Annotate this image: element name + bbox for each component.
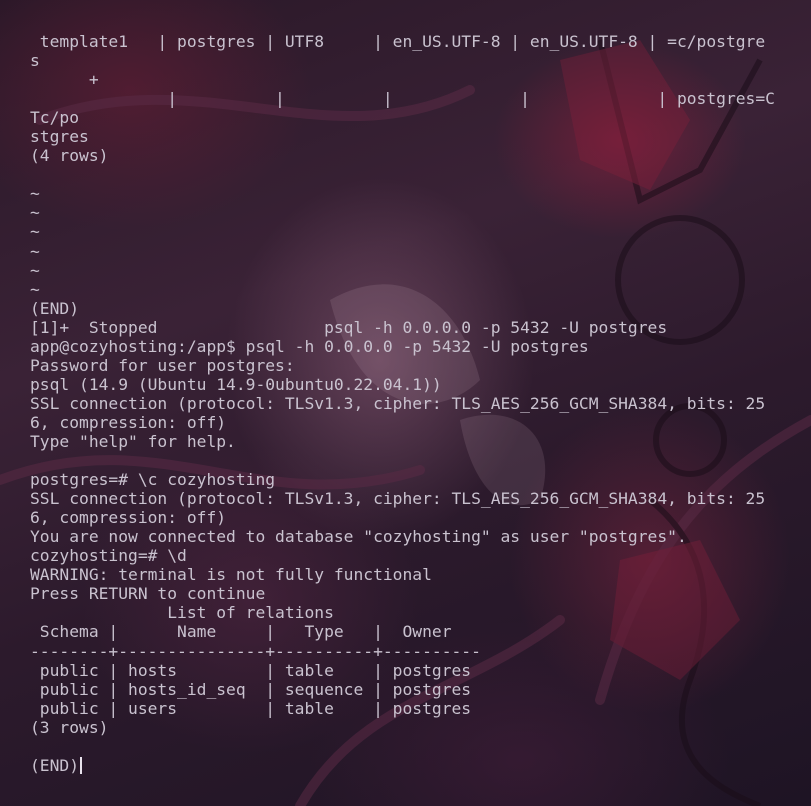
terminal-output: template1 | postgres | UTF8 | en_US.UTF-… bbox=[30, 32, 775, 775]
terminal-line: | | | | | postgres=C bbox=[30, 89, 775, 108]
terminal-line-text: public | hosts | table | postgres bbox=[30, 660, 472, 680]
terminal-line: (END) bbox=[30, 299, 775, 318]
terminal-line: app@cozyhosting:/app$ psql -h 0.0.0.0 -p… bbox=[30, 337, 775, 356]
terminal-line: psql (14.9 (Ubuntu 14.9-0ubuntu0.22.04.1… bbox=[30, 375, 775, 394]
terminal-line-text: stgres bbox=[30, 127, 89, 147]
terminal-line: (END) bbox=[30, 756, 775, 775]
terminal-line: 6, compression: off) bbox=[30, 413, 775, 432]
terminal-line-text: s bbox=[30, 51, 40, 71]
terminal-line-text: ~ bbox=[30, 222, 40, 242]
terminal-line: ~ bbox=[30, 222, 775, 241]
terminal-line: public | hosts_id_seq | sequence | postg… bbox=[30, 680, 775, 699]
terminal-line-text: Tc/po bbox=[30, 108, 80, 128]
terminal-line-text: 6, compression: off) bbox=[30, 412, 227, 432]
terminal-line: ~ bbox=[30, 203, 775, 222]
terminal-line-text: [1]+ Stopped psql -h 0.0.0.0 -p 5432 -U … bbox=[30, 317, 668, 337]
terminal-line-text: public | users | table | postgres bbox=[30, 698, 472, 718]
terminal-line: Tc/po bbox=[30, 108, 775, 127]
terminal-line: SSL connection (protocol: TLSv1.3, ciphe… bbox=[30, 489, 775, 508]
terminal-line: + bbox=[30, 70, 775, 89]
terminal-line: public | hosts | table | postgres bbox=[30, 661, 775, 680]
terminal-line-text: ~ bbox=[30, 184, 40, 204]
terminal-line-text: (3 rows) bbox=[30, 717, 109, 737]
terminal-line: WARNING: terminal is not fully functiona… bbox=[30, 565, 775, 584]
terminal-line-text: (4 rows) bbox=[30, 146, 109, 166]
terminal-line: List of relations bbox=[30, 603, 775, 622]
terminal-line: --------+---------------+----------+----… bbox=[30, 642, 775, 661]
terminal-line-text: ~ bbox=[30, 241, 40, 261]
terminal-line: Type "help" for help. bbox=[30, 432, 775, 451]
terminal-line-text: WARNING: terminal is not fully functiona… bbox=[30, 565, 432, 585]
terminal-line-text: You are now connected to database "cozyh… bbox=[30, 527, 687, 547]
terminal-line-text: | | | | | postgres=C bbox=[30, 89, 775, 109]
terminal-line: ~ bbox=[30, 261, 775, 280]
terminal-line: Password for user postgres: bbox=[30, 356, 775, 375]
terminal-line: public | users | table | postgres bbox=[30, 699, 775, 718]
terminal-line-text: SSL connection (protocol: TLSv1.3, ciphe… bbox=[30, 393, 766, 413]
terminal-line-text: Schema | Name | Type | Owner bbox=[30, 622, 452, 642]
terminal-line-text: app@cozyhosting:/app$ psql -h 0.0.0.0 -p… bbox=[30, 336, 589, 356]
terminal-line: (4 rows) bbox=[30, 146, 775, 165]
terminal-line-text: cozyhosting=# \d bbox=[30, 546, 187, 566]
terminal-line: ~ bbox=[30, 242, 775, 261]
terminal-line-text: 6, compression: off) bbox=[30, 508, 227, 528]
terminal-line: 6, compression: off) bbox=[30, 508, 775, 527]
terminal-line: ~ bbox=[30, 280, 775, 299]
terminal-line-text: ~ bbox=[30, 260, 40, 280]
terminal-line-text: template1 | postgres | UTF8 | en_US.UTF-… bbox=[30, 32, 766, 51]
terminal-line-text: public | hosts_id_seq | sequence | postg… bbox=[30, 679, 472, 699]
terminal-line: template1 | postgres | UTF8 | en_US.UTF-… bbox=[30, 32, 775, 51]
terminal-line: s bbox=[30, 51, 775, 70]
terminal-line: ~ bbox=[30, 184, 775, 203]
terminal-line-text: List of relations bbox=[30, 603, 334, 623]
terminal-line-text: Type "help" for help. bbox=[30, 431, 236, 451]
terminal-line: Press RETURN to continue bbox=[30, 584, 775, 603]
terminal-line-text: ~ bbox=[30, 203, 40, 223]
terminal-line: Schema | Name | Type | Owner bbox=[30, 622, 775, 641]
terminal-line-text: Password for user postgres: bbox=[30, 355, 305, 375]
terminal-line-text: --------+---------------+----------+----… bbox=[30, 641, 481, 661]
text-cursor bbox=[80, 756, 83, 774]
terminal-line: stgres bbox=[30, 127, 775, 146]
terminal-line: (3 rows) bbox=[30, 718, 775, 737]
terminal-line-text: + bbox=[30, 70, 99, 90]
terminal-line-text: SSL connection (protocol: TLSv1.3, ciphe… bbox=[30, 489, 766, 509]
terminal-line: postgres=# \c cozyhosting bbox=[30, 470, 775, 489]
terminal-line: [1]+ Stopped psql -h 0.0.0.0 -p 5432 -U … bbox=[30, 318, 775, 337]
terminal-line-text: ~ bbox=[30, 279, 40, 299]
terminal-line-text: Press RETURN to continue bbox=[30, 584, 276, 604]
terminal-window[interactable]: template1 | postgres | UTF8 | en_US.UTF-… bbox=[0, 0, 811, 806]
terminal-line-text: postgres=# \c cozyhosting bbox=[30, 470, 276, 490]
terminal-line-text: (END) bbox=[30, 755, 80, 775]
terminal-line-text: psql (14.9 (Ubuntu 14.9-0ubuntu0.22.04.1… bbox=[30, 374, 442, 394]
terminal-line: SSL connection (protocol: TLSv1.3, ciphe… bbox=[30, 394, 775, 413]
terminal-line-text: (END) bbox=[30, 298, 80, 318]
terminal-line: cozyhosting=# \d bbox=[30, 546, 775, 565]
terminal-line: You are now connected to database "cozyh… bbox=[30, 527, 775, 546]
